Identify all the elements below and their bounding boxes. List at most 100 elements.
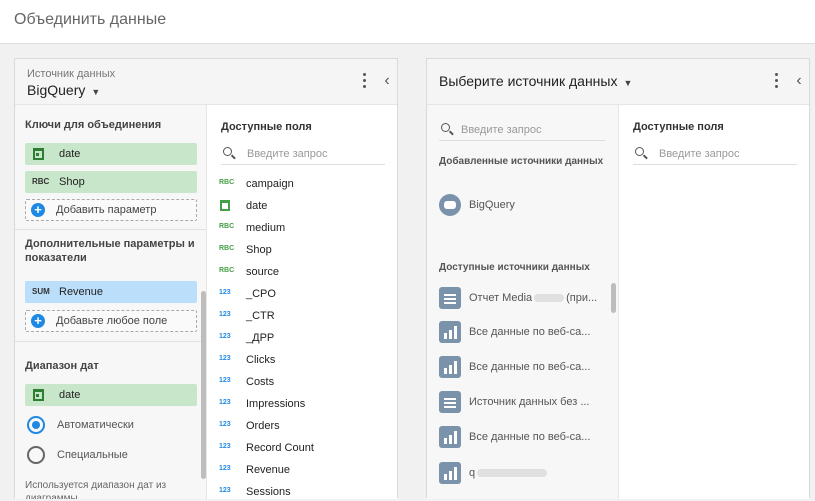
source-item[interactable]: q xyxy=(439,461,611,487)
more-vert-icon[interactable] xyxy=(361,73,367,91)
source-item-label: Все данные по веб-са... xyxy=(469,326,591,338)
source-item-label: BigQuery xyxy=(469,199,515,211)
number-type-icon: 123 xyxy=(219,311,231,318)
field-item[interactable]: RBC medium xyxy=(219,219,389,239)
field-item[interactable]: 123 Clicks xyxy=(219,351,389,371)
date-range-note: Используется диапазон дат из диаграммы xyxy=(25,480,167,499)
radio-automatic-label: Автоматически xyxy=(57,419,134,431)
text-type-icon: RBC xyxy=(219,223,235,230)
number-type-icon: 123 xyxy=(219,377,231,384)
radio-custom[interactable] xyxy=(27,446,45,464)
calendar-icon xyxy=(33,148,44,160)
extra-fields-title: Дополнительные параметры и показатели xyxy=(25,238,195,264)
source-item-label: Источник данных без ... xyxy=(469,396,590,408)
chevron-left-icon[interactable]: ‹ xyxy=(793,72,805,90)
field-item[interactable]: date xyxy=(219,197,389,217)
left-panel-header: Источник данных BigQuery ▼ ‹ xyxy=(15,59,397,105)
database-icon xyxy=(439,194,461,216)
fields-search xyxy=(221,143,385,165)
chevron-left-icon[interactable]: ‹ xyxy=(381,72,393,90)
right-available-fields-column: Доступные поля xyxy=(619,105,809,499)
field-item[interactable]: RBC source xyxy=(219,263,389,283)
field-label: Orders xyxy=(246,420,280,432)
choose-source-select[interactable]: Выберите источник данных ▼ xyxy=(439,73,632,89)
join-key-chip[interactable]: RBC Shop xyxy=(25,171,197,193)
number-type-icon: 123 xyxy=(219,465,231,472)
field-item[interactable]: 123 _CPO xyxy=(219,285,389,305)
date-range-title: Диапазон дат xyxy=(25,360,99,372)
source-item-label: Все данные по веб-са... xyxy=(469,431,591,443)
metric-chip[interactable]: SUM Revenue xyxy=(25,281,197,303)
fields-search-input[interactable] xyxy=(247,145,381,163)
field-label: Record Count xyxy=(246,442,314,454)
more-vert-icon[interactable] xyxy=(773,73,779,91)
added-sources-title: Добавленные источники данных xyxy=(439,156,604,167)
number-type-icon: 123 xyxy=(219,289,231,296)
divider xyxy=(15,341,206,342)
source-item[interactable]: Отчет Media (при... xyxy=(439,286,611,312)
sum-icon: SUM xyxy=(32,287,50,296)
source-item[interactable]: Все данные по веб-са... xyxy=(439,425,611,451)
right-source-panel: Выберите источник данных ▼ ‹ Добавленные … xyxy=(426,58,810,499)
redacted-text xyxy=(534,294,565,303)
date-range-chip[interactable]: date xyxy=(25,384,197,406)
number-type-icon: 123 xyxy=(219,355,231,362)
field-item[interactable]: 123 _CTR xyxy=(219,307,389,327)
field-item[interactable]: 123 Sessions xyxy=(219,483,389,499)
field-item[interactable]: 123 Revenue xyxy=(219,461,389,481)
choose-source-label: Выберите источник данных xyxy=(439,73,618,89)
right-fields-search xyxy=(633,143,797,165)
field-item[interactable]: RBC Shop xyxy=(219,241,389,261)
source-item[interactable]: Все данные по веб-са... xyxy=(439,320,611,346)
source-picker-column: Добавленные источники данных BigQuery До… xyxy=(427,105,619,499)
source-item-label: Отчет Media (при... xyxy=(469,292,598,304)
number-type-icon: 123 xyxy=(219,443,231,450)
field-label: Revenue xyxy=(246,464,291,476)
scrollbar-thumb[interactable] xyxy=(201,291,206,479)
source-item-label: q xyxy=(469,467,611,479)
add-parameter-label: Добавить параметр xyxy=(56,204,157,216)
field-label: _CPO xyxy=(246,288,276,300)
field-item[interactable]: 123 Costs xyxy=(219,373,389,393)
date-range-field-label: date xyxy=(59,389,81,401)
plus-icon: + xyxy=(31,314,45,328)
field-item[interactable]: 123 Record Count xyxy=(219,439,389,459)
text-type-icon: RBC xyxy=(219,267,235,274)
calendar-icon xyxy=(33,389,44,401)
field-label: Impressions xyxy=(246,398,306,410)
scrollbar-thumb[interactable] xyxy=(611,283,616,313)
bar-chart-icon xyxy=(439,462,461,484)
bar-chart-icon xyxy=(439,426,461,448)
source-select[interactable]: BigQuery ▼ xyxy=(27,82,100,98)
field-label: _ДРР xyxy=(246,332,275,344)
join-key-chip[interactable]: date xyxy=(25,143,197,165)
source-item[interactable]: Все данные по веб-са... xyxy=(439,355,611,381)
available-fields-title: Доступные поля xyxy=(221,121,312,133)
add-any-field-label: Добавьте любое поле xyxy=(56,315,168,327)
plus-icon: + xyxy=(31,203,45,217)
added-source-item[interactable]: BigQuery xyxy=(439,193,611,219)
right-fields-search-input[interactable] xyxy=(659,145,793,163)
top-bar: Объединить данные xyxy=(0,0,815,44)
field-item[interactable]: RBC campaign xyxy=(219,175,389,195)
right-available-fields-title: Доступные поля xyxy=(633,121,724,133)
available-fields-column: Доступные поля RBCcampaigndateRBCmediumR… xyxy=(207,105,397,499)
divider xyxy=(15,229,206,230)
left-source-panel: Источник данных BigQuery ▼ ‹ Ключи для об… xyxy=(14,58,398,499)
table-icon xyxy=(439,287,461,309)
source-item[interactable]: Источник данных без ... xyxy=(439,390,611,416)
radio-custom-label: Специальные xyxy=(57,449,128,461)
source-search-input[interactable] xyxy=(461,121,601,139)
number-type-icon: 123 xyxy=(219,487,231,494)
field-item[interactable]: 123 _ДРР xyxy=(219,329,389,349)
field-label: Clicks xyxy=(246,354,276,366)
radio-automatic[interactable] xyxy=(27,416,45,434)
source-search xyxy=(439,119,605,141)
add-parameter-button[interactable]: + Добавить параметр xyxy=(25,199,197,221)
caret-down-icon: ▼ xyxy=(623,78,633,88)
field-item[interactable]: 123 Orders xyxy=(219,417,389,437)
add-any-field-button[interactable]: + Добавьте любое поле xyxy=(25,310,197,332)
field-item[interactable]: 123 Impressions xyxy=(219,395,389,415)
field-label: campaign xyxy=(246,178,294,190)
metric-label: Revenue xyxy=(59,286,104,298)
